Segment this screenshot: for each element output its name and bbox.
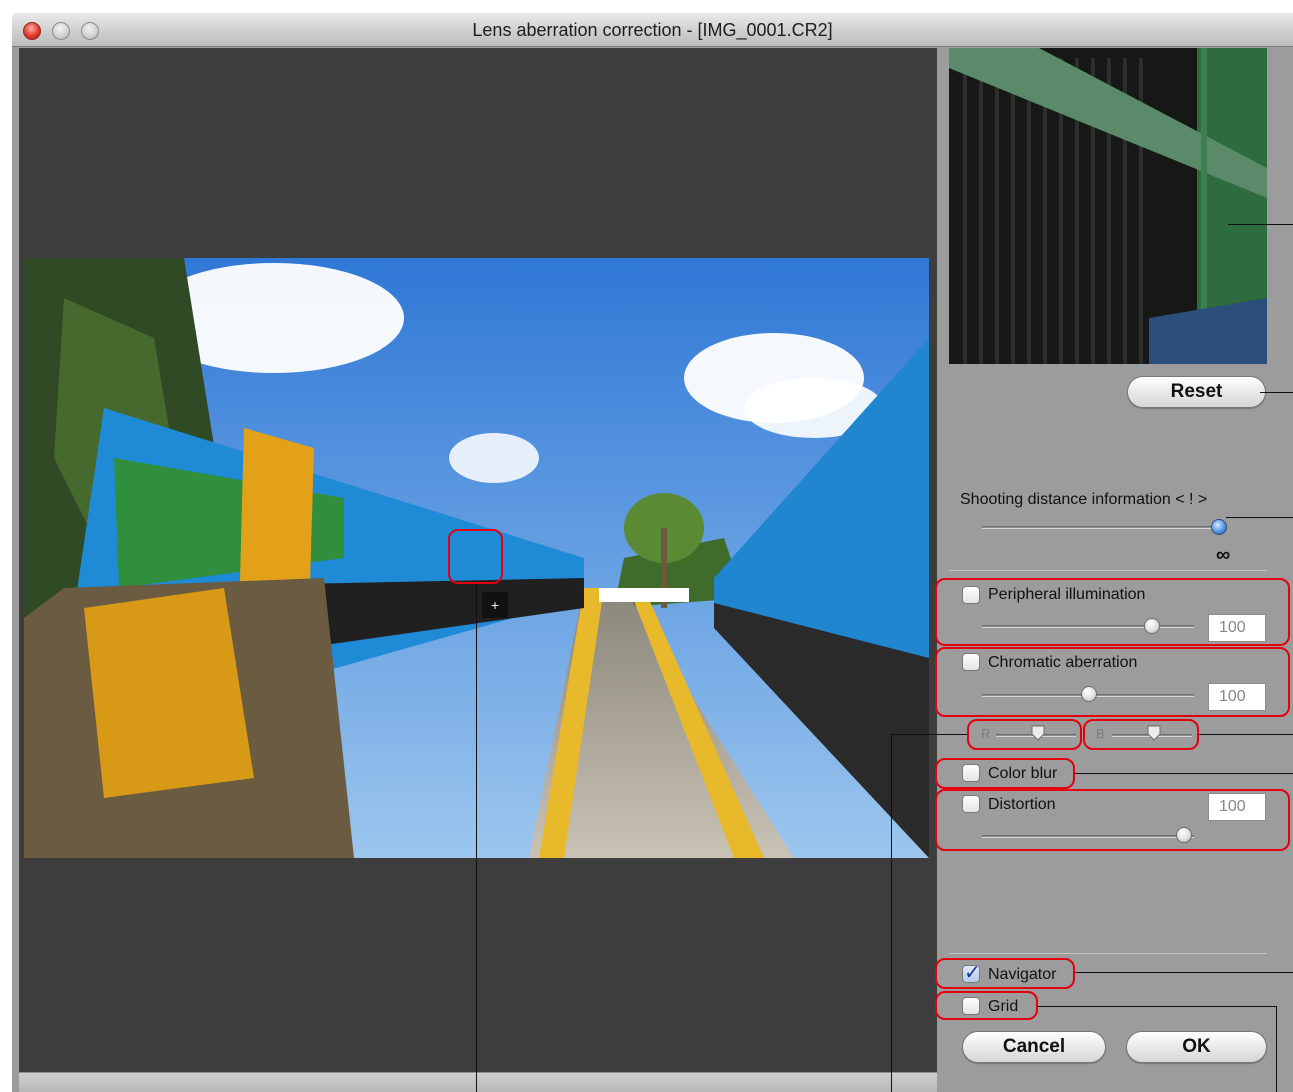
leader-grid — [1038, 1006, 1276, 1007]
grid-checkbox[interactable] — [962, 997, 980, 1015]
leader-grid-down — [1276, 1006, 1277, 1092]
leader-reset — [1260, 392, 1293, 393]
ok-button[interactable]: OK — [1126, 1031, 1267, 1063]
chromatic-aberration-label: Chromatic aberration — [988, 654, 1138, 671]
distortion-label: Distortion — [988, 796, 1056, 813]
r-channel-label: R — [981, 726, 991, 741]
cancel-button[interactable]: Cancel — [962, 1031, 1106, 1063]
distortion-slider[interactable] — [1176, 827, 1192, 843]
leader-focus-marker — [476, 584, 477, 1092]
shooting-distance-slider[interactable] — [1211, 519, 1227, 535]
status-bar — [19, 1072, 937, 1092]
leader-rb-left — [891, 734, 967, 735]
distortion-value[interactable]: 100 — [1208, 793, 1266, 821]
navigator-focus-marker[interactable]: + — [482, 592, 508, 618]
shooting-distance-label: Shooting distance information < ! > — [960, 491, 1208, 508]
separator-bottom — [949, 953, 1267, 954]
navigator-preview[interactable] — [949, 48, 1267, 364]
color-blur-label: Color blur — [988, 765, 1058, 782]
navigator-label: Navigator — [988, 966, 1057, 983]
distortion-checkbox[interactable] — [962, 795, 980, 813]
window-title: Lens aberration correction - [IMG_0001.C… — [472, 20, 833, 40]
leader-rb-left-down — [891, 734, 892, 1092]
reset-button[interactable]: Reset — [1127, 376, 1266, 408]
peripheral-illumination-value[interactable]: 100 — [1208, 614, 1266, 642]
peripheral-illumination-slider[interactable] — [1144, 618, 1160, 634]
leader-navigator — [1075, 972, 1293, 973]
chromatic-aberration-value[interactable]: 100 — [1208, 683, 1266, 711]
peripheral-illumination-checkbox[interactable] — [962, 586, 980, 604]
leader-preview — [1228, 224, 1293, 225]
distortion-track — [982, 835, 1194, 838]
peripheral-illumination-track — [982, 625, 1194, 628]
shooting-distance-track — [982, 526, 1224, 529]
r-channel-slider[interactable] — [1030, 725, 1046, 741]
leader-rb-right — [1199, 734, 1293, 735]
title-bar: Lens aberration correction - [IMG_0001.C… — [12, 13, 1293, 47]
leader-distance — [1226, 517, 1293, 518]
navigator-preview-image — [949, 48, 1267, 364]
checkmark-icon: ✓ — [964, 962, 981, 984]
b-channel-label: B — [1096, 726, 1105, 741]
infinity-symbol: ∞ — [1216, 544, 1231, 566]
peripheral-illumination-label: Peripheral illumination — [988, 586, 1146, 603]
separator-top — [949, 570, 1267, 571]
chromatic-aberration-slider[interactable] — [1081, 686, 1097, 702]
grid-label: Grid — [988, 998, 1019, 1015]
color-blur-checkbox[interactable] — [962, 764, 980, 782]
lens-aberration-window: Lens aberration correction - [IMG_0001.C… — [12, 13, 1293, 1092]
navigator-checkbox[interactable]: ✓ — [962, 962, 981, 984]
chromatic-aberration-checkbox[interactable] — [962, 653, 980, 671]
image-viewer[interactable]: + — [19, 48, 937, 1092]
b-channel-slider[interactable] — [1146, 725, 1162, 741]
leader-color-blur — [1075, 773, 1293, 774]
